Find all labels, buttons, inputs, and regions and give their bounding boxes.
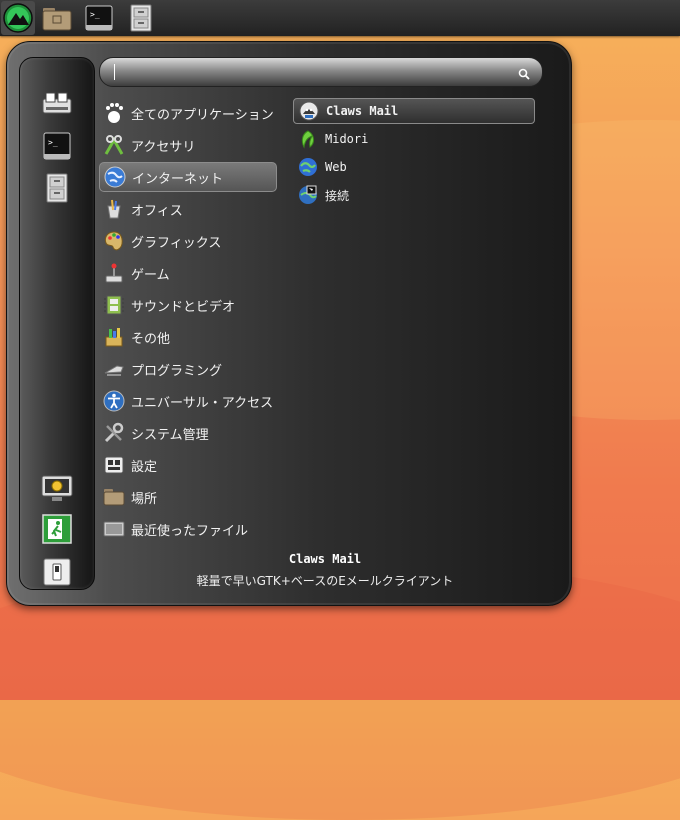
category-label: オフィス (131, 203, 183, 219)
filing-cabinet-icon[interactable] (124, 1, 158, 35)
taskbar: >_ (0, 0, 680, 36)
category-games[interactable]: ゲーム (99, 258, 277, 288)
category-places[interactable]: 場所 (99, 482, 277, 512)
shutdown-icon[interactable] (41, 556, 73, 588)
category-label: ゲーム (131, 267, 170, 283)
category-system-administration[interactable]: システム管理 (99, 418, 277, 448)
app-claws-mail[interactable]: Claws Mail (293, 98, 535, 124)
category-label: その他 (131, 331, 171, 347)
svg-text:>_: >_ (48, 138, 58, 147)
app-label: Midori (325, 132, 369, 146)
palette-icon (103, 230, 125, 252)
logout-icon[interactable] (41, 513, 73, 545)
category-internet[interactable]: インターネット (99, 162, 277, 192)
search-icon[interactable] (518, 65, 530, 84)
tools-icon (103, 422, 125, 444)
terminal-icon[interactable]: >_ (82, 1, 116, 35)
folder-icon (103, 486, 125, 508)
application-menu: >_ 全てのアプリケーション アクセサリ インターネット オフィス グラフィック… (6, 41, 572, 606)
search-input[interactable] (110, 61, 504, 85)
category-label: プログラミング (131, 363, 223, 379)
category-label: ユニバーサル・アクセス (131, 395, 274, 411)
category-graphics[interactable]: グラフィックス (99, 226, 277, 256)
category-label: インターネット (132, 171, 224, 187)
category-recent-files[interactable]: 最近使ったファイル (99, 514, 277, 544)
midori-icon (298, 129, 318, 149)
category-label: グラフィックス (131, 235, 222, 251)
category-label: 場所 (131, 491, 158, 507)
svg-text:>_: >_ (90, 10, 100, 19)
programming-icon (103, 358, 125, 380)
category-label: サウンドとビデオ (131, 299, 236, 315)
menu-sidebar: >_ (19, 57, 95, 590)
category-sound-and-video[interactable]: サウンドとビデオ (99, 290, 277, 320)
accessibility-icon (103, 390, 125, 412)
settings-icon (103, 454, 125, 476)
category-label: アクセサリ (131, 139, 196, 155)
app-label: 接続 (325, 188, 350, 203)
app-connect[interactable]: 接続 (293, 182, 535, 208)
category-programming[interactable]: プログラミング (99, 354, 277, 384)
category-other[interactable]: その他 (99, 322, 277, 352)
category-label: システム管理 (131, 427, 209, 443)
app-midori[interactable]: Midori (293, 126, 535, 152)
category-all-applications[interactable]: 全てのアプリケーション (99, 98, 277, 128)
terminal-icon[interactable]: >_ (41, 130, 73, 162)
category-label: 全てのアプリケーション (131, 107, 274, 123)
menu-logo-icon[interactable] (1, 1, 35, 35)
claws-mail-icon (299, 101, 319, 121)
web-globe-icon (298, 157, 318, 177)
category-label: 最近使ったファイル (131, 523, 249, 539)
category-accessories[interactable]: アクセサリ (99, 130, 277, 160)
app-web[interactable]: Web (293, 154, 535, 180)
app-description-text: 軽量で早いGTK+ベースのEメールクライアント (196, 574, 454, 588)
joystick-icon (103, 262, 125, 284)
network-connect-icon (298, 185, 318, 205)
network-printer-icon[interactable] (41, 87, 73, 119)
filing-cabinet-icon[interactable] (41, 172, 73, 204)
app-label: Web (325, 160, 347, 174)
file-manager-icon[interactable] (40, 1, 74, 35)
other-icon (103, 326, 125, 348)
office-icon (103, 198, 125, 220)
app-label: Claws Mail (326, 104, 399, 118)
gnome-foot-icon (103, 102, 125, 124)
accessories-icon (103, 134, 125, 156)
app-description-title: Claws Mail (288, 552, 362, 566)
category-universal-access[interactable]: ユニバーサル・アクセス (99, 386, 277, 416)
recent-files-icon (103, 518, 125, 540)
film-icon (103, 294, 125, 316)
category-office[interactable]: オフィス (99, 194, 277, 224)
globe-icon (104, 166, 126, 188)
search-field[interactable] (99, 57, 543, 87)
category-label: 設定 (131, 459, 158, 475)
category-settings[interactable]: 設定 (99, 450, 277, 480)
lock-screen-icon[interactable] (41, 473, 73, 505)
